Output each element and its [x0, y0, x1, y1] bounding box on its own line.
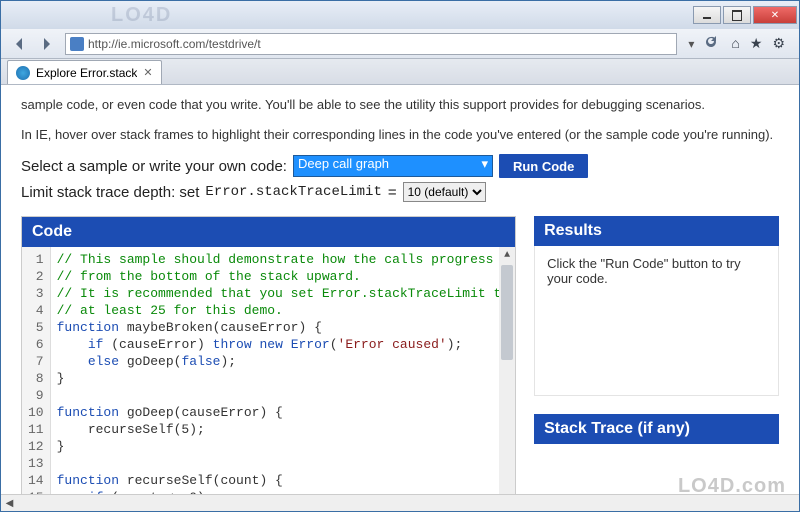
scroll-left-icon[interactable]: ◀ [1, 498, 18, 509]
intro-line-2: In IE, hover over stack frames to highli… [21, 125, 779, 145]
tab-close-icon[interactable]: ✕ [143, 66, 152, 79]
browser-tab[interactable]: Explore Error.stack ✕ [7, 60, 162, 84]
home-icon[interactable]: ⌂ [731, 35, 739, 52]
limit-code: Error.stackTraceLimit [205, 184, 381, 200]
run-code-button[interactable]: Run Code [499, 154, 588, 178]
sample-select[interactable]: Deep call graph▾ [293, 155, 493, 177]
code-editor[interactable]: 12345678910111213141516171819202122 // T… [22, 247, 515, 494]
limit-label-a: Limit stack trace depth: set [21, 184, 199, 201]
minimize-button[interactable] [693, 6, 721, 24]
browser-navbar: http://ie.microsoft.com/testdrive/t ▾ ⌂ … [1, 29, 799, 59]
gear-icon[interactable]: ⚙ [772, 35, 785, 52]
scroll-thumb[interactable] [501, 265, 513, 360]
ie-icon [16, 66, 30, 80]
stack-trace-panel: Stack Trace (if any) [534, 414, 779, 444]
results-panel: Results Click the "Run Code" button to t… [534, 216, 779, 396]
window-titlebar: LO4D ✕ [1, 1, 799, 29]
page-content: sample code, or even code that you write… [1, 85, 799, 494]
code-gutter: 12345678910111213141516171819202122 [22, 247, 51, 494]
select-sample-label: Select a sample or write your own code: [21, 158, 287, 175]
forward-button[interactable] [33, 32, 59, 56]
tab-bar: Explore Error.stack ✕ [1, 59, 799, 85]
back-button[interactable] [7, 32, 33, 56]
reload-button[interactable] [703, 34, 719, 53]
code-vertical-scrollbar[interactable]: ▲ ▼ [499, 247, 515, 494]
watermark: LO4D.com [678, 475, 786, 498]
url-text: http://ie.microsoft.com/testdrive/t [88, 37, 261, 51]
maximize-button[interactable] [723, 6, 751, 24]
results-body: Click the "Run Code" button to try your … [534, 246, 779, 396]
results-header: Results [534, 216, 779, 246]
code-lines[interactable]: // This sample should demonstrate how th… [51, 247, 515, 494]
code-header: Code [22, 217, 515, 247]
scroll-up-icon[interactable]: ▲ [499, 247, 515, 263]
close-button[interactable]: ✕ [753, 6, 797, 24]
titlebar-bg-text: LO4D [111, 1, 172, 29]
limit-label-b: = [388, 184, 397, 201]
address-bar[interactable]: http://ie.microsoft.com/testdrive/t [65, 33, 677, 55]
star-icon[interactable]: ★ [750, 35, 763, 52]
site-icon [70, 37, 84, 51]
tab-title: Explore Error.stack [36, 66, 137, 80]
intro-line-1: sample code, or even code that you write… [21, 95, 779, 115]
stack-trace-header: Stack Trace (if any) [534, 414, 779, 444]
stack-limit-select[interactable]: 10 (default) [403, 182, 486, 202]
url-dropdown[interactable]: ▾ [683, 37, 699, 51]
code-panel: Code 12345678910111213141516171819202122… [21, 216, 516, 494]
chevron-down-icon: ▾ [481, 156, 488, 172]
